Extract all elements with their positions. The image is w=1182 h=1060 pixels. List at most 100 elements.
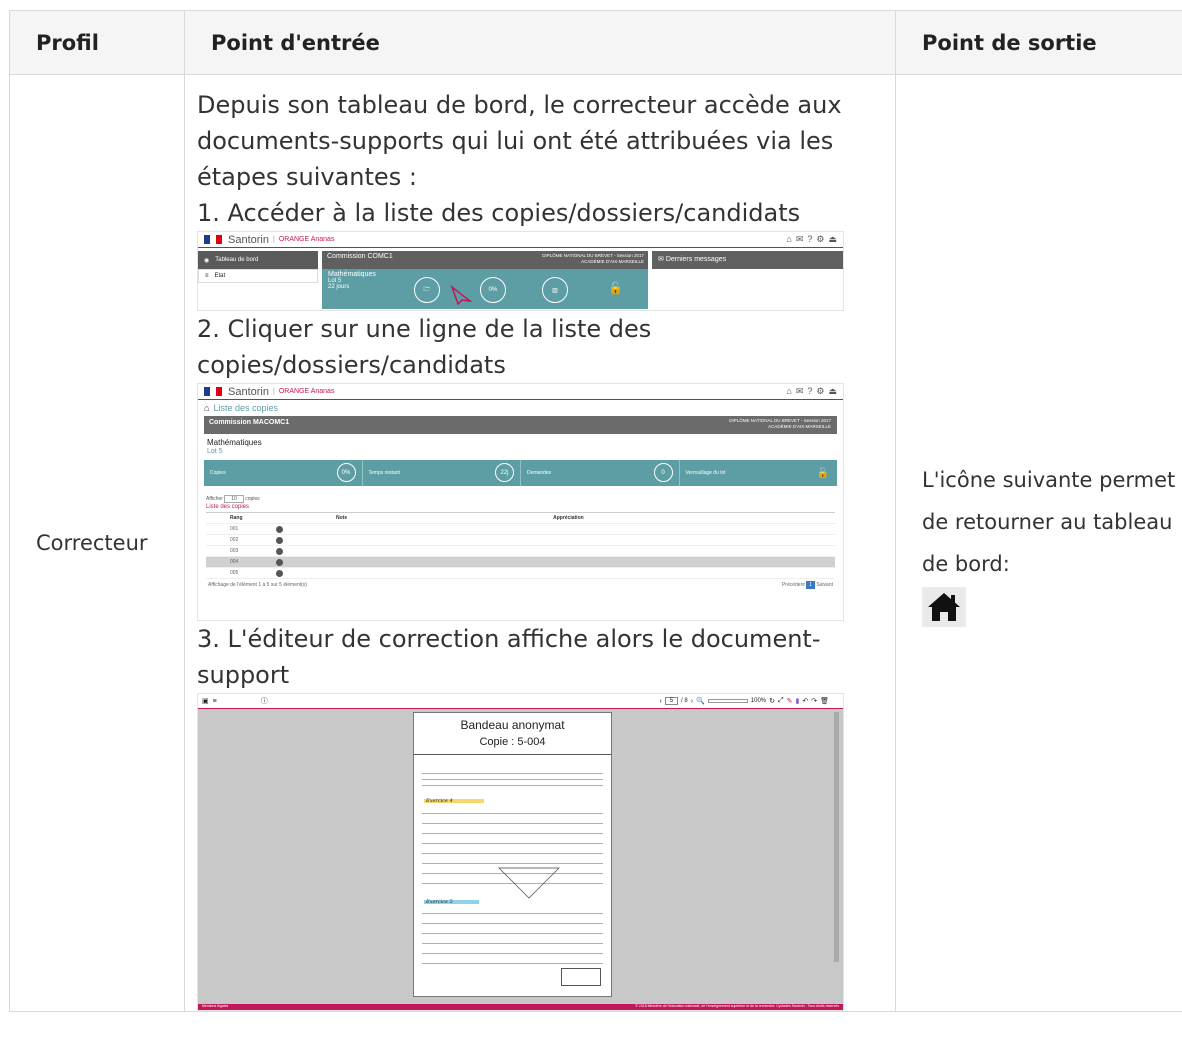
- sortie-cell: L'icône suivante permet de retourner au …: [895, 74, 1182, 1012]
- next-page-icon[interactable]: ›: [691, 698, 693, 705]
- help-icon[interactable]: ?: [807, 234, 812, 245]
- prev-page-icon[interactable]: ‹: [659, 698, 661, 705]
- list-icon[interactable]: ≡: [213, 698, 217, 705]
- page-size-select[interactable]: 10: [224, 495, 244, 503]
- rotate-icon[interactable]: ↻: [769, 697, 775, 705]
- app-topbar: Santorin | ORANGE Ananas ⌂ ✉ ? ⚙ ⏏: [198, 232, 843, 248]
- banner-title: Bandeau anonymat: [460, 718, 565, 732]
- academy-label: ACADÉMIE D'AIX-MARSEILLE: [581, 259, 644, 264]
- home-icon[interactable]: ⌂: [204, 403, 209, 413]
- pagination-info: Affichage de l'élément 1 à 5 sur 5 éléme…: [208, 582, 307, 588]
- breadcrumb: ⌂ Liste des copies: [204, 400, 837, 416]
- mail-icon[interactable]: ✉: [796, 386, 804, 397]
- scrollbar[interactable]: [834, 712, 839, 962]
- open-folder-button[interactable]: 🗁: [414, 277, 440, 303]
- page-button[interactable]: 1: [806, 581, 815, 589]
- col-note[interactable]: Note: [336, 515, 347, 521]
- page-input[interactable]: 5: [664, 697, 679, 705]
- row-rank: 004: [230, 559, 239, 565]
- folder-icon: 🗁: [423, 287, 431, 293]
- app-logo: Santorin: [228, 385, 269, 398]
- process-table: Profil Point d'entrée Point de sortie Co…: [9, 10, 1182, 1012]
- row-rank: 005: [230, 570, 239, 576]
- table-row[interactable]: 005: [206, 568, 835, 579]
- image-icon[interactable]: ▣: [202, 697, 209, 705]
- mail-icon[interactable]: ✉: [796, 234, 804, 245]
- zoom-slider[interactable]: [707, 699, 748, 703]
- profil-cell: Correcteur: [9, 74, 185, 1012]
- lot-label: Lot 5: [207, 448, 223, 455]
- cursor-arrow-icon: [450, 285, 473, 305]
- footer-right: © 2018 Ministère de l'éducation national…: [635, 1004, 839, 1008]
- stat-time-value: 22j: [495, 463, 514, 482]
- subject-label: Mathématiques: [207, 438, 262, 447]
- grade-box: [561, 968, 601, 986]
- logout-icon[interactable]: ⏏: [828, 234, 837, 245]
- sidebar-item-state[interactable]: ≡ Etat: [198, 269, 318, 283]
- table-row-selected[interactable]: 004: [206, 557, 835, 568]
- sortie-text: L'icône suivante permet de retourner au …: [922, 468, 1176, 576]
- user-name: ORANGE Ananas: [278, 388, 335, 395]
- row-rank: 002: [230, 537, 239, 543]
- copies-list-screenshot: Santorin | ORANGE Ananas ⌂ ✉ ? ⚙ ⏏ ⌂ List…: [197, 383, 844, 621]
- exercise-label: Exercice 5: [426, 899, 453, 905]
- table-row[interactable]: 003: [206, 546, 835, 557]
- app-topbar: Santorin | ORANGE Ananas ⌂ ✉ ? ⚙ ⏏: [198, 384, 843, 400]
- academy-label: ACADÉMIE D'AIX-MARSEILLE: [768, 424, 831, 429]
- step1-text: 1. Accéder à la liste des copies/dossier…: [197, 199, 801, 227]
- step2-text: 2. Cliquer sur une ligne de la liste des…: [197, 315, 652, 379]
- highlight-icon[interactable]: ▮: [796, 697, 800, 705]
- table-row[interactable]: 002: [206, 535, 835, 546]
- list-title: Liste des copies: [206, 502, 835, 513]
- copy-label: Copie : 5-004: [414, 736, 611, 755]
- editor-footer: Mentions légales © 2018 Ministère de l'éd…: [198, 1004, 843, 1010]
- zoom-out-icon[interactable]: 🔍: [696, 697, 705, 705]
- sidebar-item-dashboard[interactable]: ◉ Tableau de bord: [198, 251, 318, 269]
- unlock-icon[interactable]: 🔓: [817, 468, 829, 479]
- messages-panel: ✉ Derniers messages: [652, 251, 843, 269]
- status-dot: [276, 536, 283, 544]
- user-name: ORANGE Ananas: [278, 236, 335, 243]
- header-row: Profil Point d'entrée Point de sortie: [9, 10, 1182, 75]
- messages-title: Derniers messages: [665, 256, 727, 263]
- list-header-row: Rang Note Appréciation: [206, 513, 835, 524]
- fit-icon[interactable]: ⤢: [778, 697, 784, 705]
- undo-icon[interactable]: ↶: [802, 697, 808, 705]
- table-row[interactable]: 001: [206, 524, 835, 535]
- commission-title: Commission COMC1: [327, 253, 393, 260]
- editor-screenshot: ▣ ≡ ⓘ ‹ 5 / 8 › 🔍 100% ↻ ⤢ ✎ ▮ ↶ ↷ 🗑 Ban…: [197, 693, 844, 1011]
- envelope-icon: ✉: [658, 256, 666, 263]
- home-icon[interactable]: ⌂: [786, 234, 791, 245]
- gear-icon[interactable]: ⚙: [816, 386, 824, 397]
- commission-title: Commission MACOMC1: [209, 419, 290, 426]
- home-icon: [922, 587, 966, 627]
- col-appreciation[interactable]: Appréciation: [553, 515, 584, 521]
- status-dot: [276, 558, 283, 566]
- stat-lock-label: Verrouillage du lot: [685, 470, 726, 476]
- footer-left[interactable]: Mentions légales: [202, 1004, 228, 1008]
- sidebar-item-label: Tableau de bord: [215, 257, 259, 263]
- commission-card: Commission COMC1 DIPLÔME NATIONAL DU BRE…: [322, 251, 648, 309]
- republic-flag-icon: [204, 387, 222, 396]
- next-button[interactable]: Suivant: [816, 582, 833, 588]
- geometry-figure: [498, 867, 560, 899]
- prev-button[interactable]: Précédent: [782, 582, 805, 588]
- stat-copies-label: Copies: [210, 470, 226, 476]
- info-icon[interactable]: ⓘ: [261, 696, 268, 706]
- stats-button[interactable]: ▥: [542, 277, 568, 303]
- home-icon[interactable]: ⌂: [786, 386, 791, 397]
- table-row: Correcteur Depuis son tableau de bord, l…: [9, 74, 1182, 1012]
- logout-icon[interactable]: ⏏: [828, 386, 837, 397]
- col-rank[interactable]: Rang: [206, 515, 266, 521]
- stat-demands-label: Demandes: [527, 470, 552, 476]
- document-page[interactable]: Bandeau anonymat Copie : 5-004 Exercice …: [413, 712, 612, 997]
- trash-icon[interactable]: 🗑: [820, 697, 829, 705]
- help-icon[interactable]: ?: [807, 386, 812, 397]
- gear-icon[interactable]: ⚙: [816, 234, 824, 245]
- status-dot: [276, 547, 283, 555]
- unlock-icon: 🔓: [608, 281, 623, 295]
- breadcrumb-label[interactable]: Liste des copies: [213, 403, 278, 413]
- redo-icon[interactable]: ↷: [811, 697, 817, 705]
- pen-icon[interactable]: ✎: [787, 697, 793, 705]
- intro-text: Depuis son tableau de bord, le correcteu…: [197, 91, 842, 191]
